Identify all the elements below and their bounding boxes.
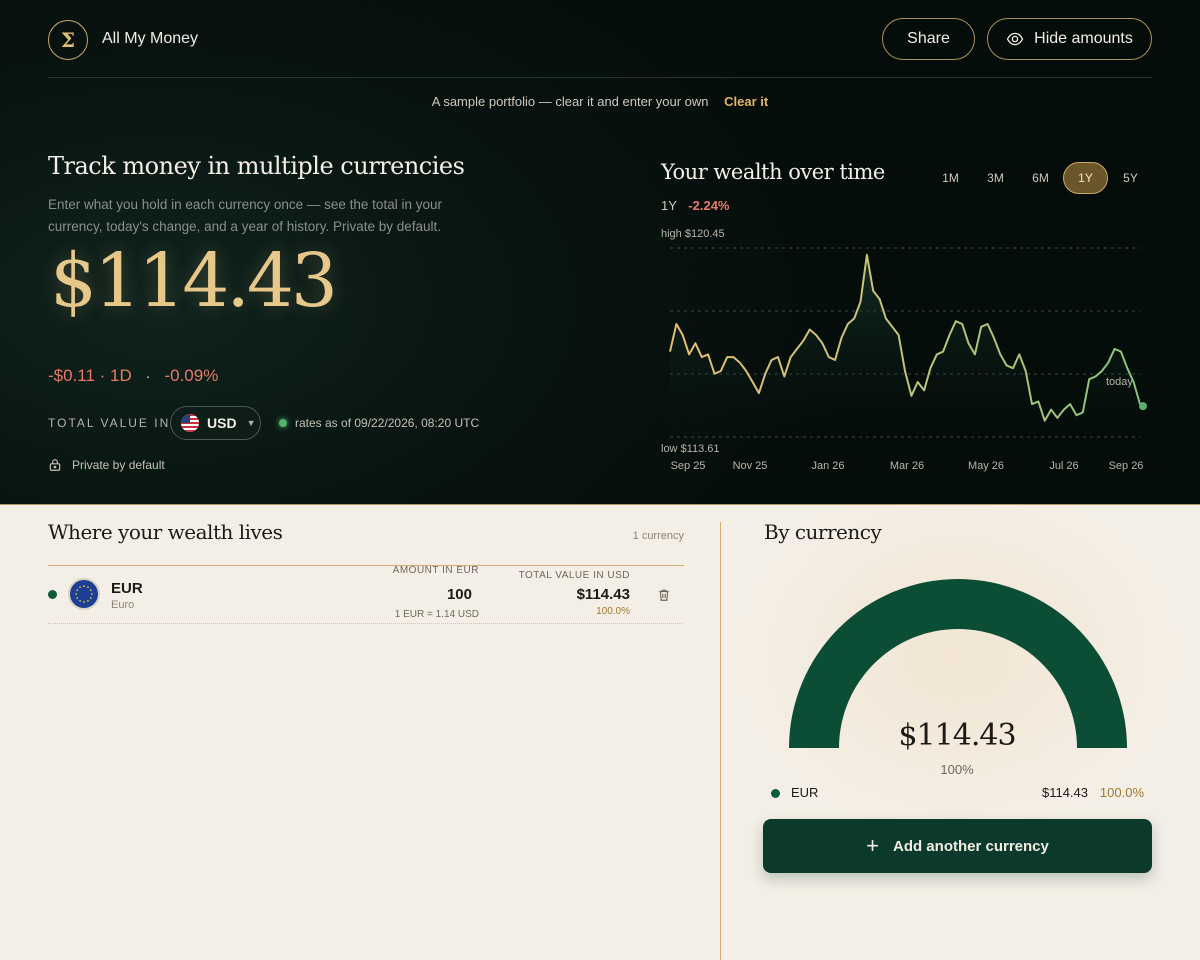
legend-currency-code: EUR bbox=[791, 785, 819, 800]
row-total-value: $114.43 bbox=[576, 586, 630, 603]
legend-percent: 100.0% bbox=[1099, 785, 1144, 800]
hero-section: Σ All My Money Share Hide amounts A samp… bbox=[0, 0, 1200, 505]
area-fill bbox=[670, 254, 1140, 437]
legend-color-dot bbox=[771, 789, 780, 798]
holdings-title: Where your wealth lives bbox=[48, 520, 283, 544]
gauge-total-value: $114.43 bbox=[898, 718, 1016, 753]
wealth-line-chart: high $120.45 low $113.61 today Sep 25 Nov 25… bbox=[661, 228, 1147, 472]
add-currency-button[interactable]: + Add another currency bbox=[763, 819, 1152, 873]
amount-column-header: AMOUNT IN EUR bbox=[392, 565, 479, 576]
x-tick-label: Sep 26 bbox=[1109, 460, 1144, 472]
x-tick-label: Jan 26 bbox=[811, 460, 844, 472]
x-tick-label: Jul 26 bbox=[1049, 460, 1078, 472]
by-currency-panel: By currency $114.43 100% EUR $114.43 100… bbox=[721, 506, 1200, 960]
table-row[interactable]: EUR Euro AMOUNT IN EUR 100 1 EUR = 1.14 … bbox=[48, 565, 684, 624]
low-label: low $113.61 bbox=[661, 443, 720, 455]
high-label: high $120.45 bbox=[661, 228, 725, 240]
add-currency-label: Add another currency bbox=[892, 837, 1049, 855]
today-point bbox=[1139, 402, 1147, 411]
legend-value: $114.43 bbox=[1041, 785, 1088, 800]
trash-icon[interactable] bbox=[657, 588, 671, 602]
row-color-dot bbox=[48, 590, 57, 599]
by-currency-title: By currency bbox=[764, 520, 882, 544]
x-tick-label: May 26 bbox=[968, 460, 1004, 472]
total-column-header: TOTAL VALUE IN USD bbox=[518, 570, 630, 581]
amount-input[interactable]: 100 bbox=[447, 586, 472, 603]
plus-icon: + bbox=[866, 833, 879, 858]
currency-code: EUR bbox=[111, 580, 143, 597]
eu-flag-icon bbox=[68, 578, 100, 610]
x-tick-label: Mar 26 bbox=[890, 460, 924, 472]
exchange-rate: 1 EUR = 1.14 USD bbox=[394, 609, 479, 620]
today-label: today bbox=[1106, 376, 1133, 388]
x-tick-label: Sep 25 bbox=[671, 460, 706, 472]
x-tick-label: Nov 25 bbox=[733, 460, 768, 472]
gauge-total-percent: 100% bbox=[940, 762, 974, 777]
row-share-percent: 100.0% bbox=[596, 606, 630, 617]
currency-count: 1 currency bbox=[632, 530, 684, 542]
legend-item: EUR $114.43 100.0% bbox=[771, 784, 1144, 804]
currency-name: Euro bbox=[111, 599, 135, 611]
